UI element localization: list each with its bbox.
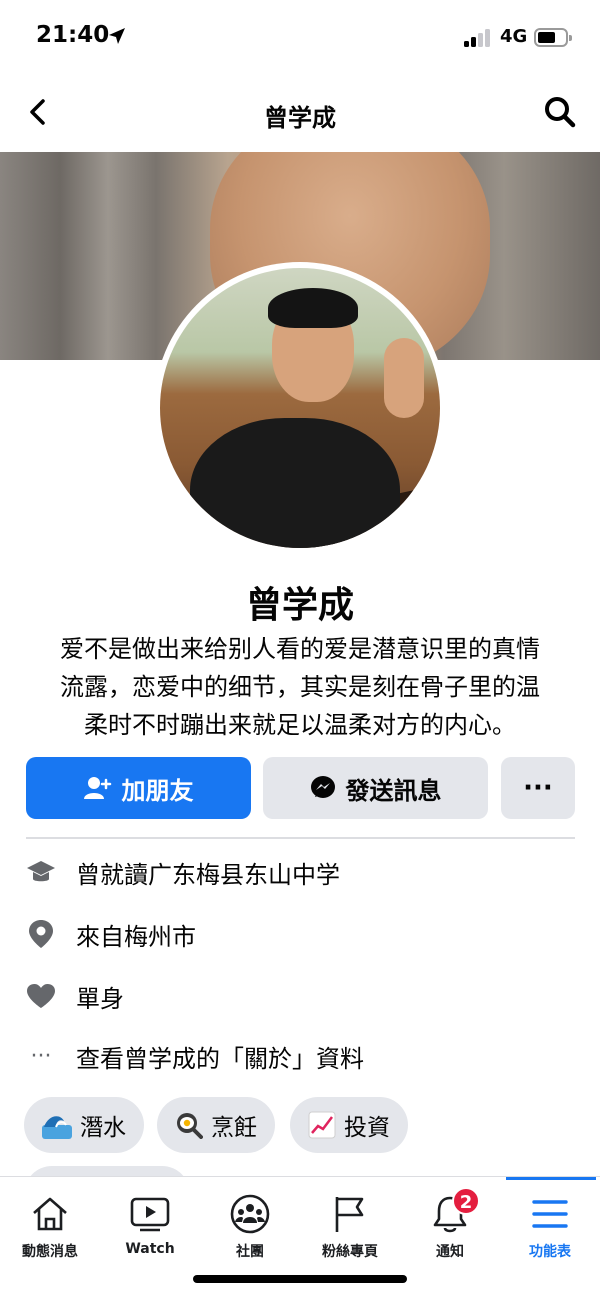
wave-emoji-icon <box>42 1111 72 1139</box>
nav-label: 通知 <box>436 1244 464 1260</box>
add-friend-button[interactable]: 加朋友 <box>26 757 251 819</box>
home-icon <box>0 1189 100 1239</box>
status-time: 21:40 <box>36 22 110 48</box>
profile-name: 曾学成 <box>245 585 354 626</box>
heart-icon <box>26 983 56 1009</box>
nav-item-watch[interactable]: Watch <box>100 1189 200 1269</box>
send-message-label: 發送訊息 <box>345 776 442 805</box>
see-about-link[interactable]: 查看曾学成的「關於」資料 <box>76 1039 364 1074</box>
messenger-icon <box>310 775 336 801</box>
divider <box>26 837 575 839</box>
flag-icon <box>300 1189 400 1239</box>
info-hometown: 來自梅州市 <box>26 914 586 954</box>
hobby-label: 烹飪 <box>211 1115 257 1141</box>
bell-icon <box>400 1189 500 1239</box>
info-relationship: 單身 <box>26 976 586 1016</box>
notification-badge: 2 <box>452 1187 480 1215</box>
avatar-photo <box>160 268 440 548</box>
hobby-chip[interactable]: 烹飪 <box>157 1097 275 1153</box>
hobby-label: 投資 <box>344 1115 390 1141</box>
more-dots-icon: ··· <box>523 773 553 803</box>
status-bar: 21:40 4G <box>0 0 600 76</box>
hobby-label: 潛水 <box>80 1115 126 1141</box>
hobby-chip[interactable]: 潛水 <box>24 1097 144 1153</box>
nav-label: Watch <box>125 1241 175 1257</box>
hometown-text: 來自梅州市 <box>76 922 196 951</box>
nav-label: 動態消息 <box>22 1244 78 1260</box>
nav-item-menu[interactable]: 功能表 <box>500 1189 600 1269</box>
hobby-chip[interactable]: 投資 <box>290 1097 408 1153</box>
nav-item-pages[interactable]: 粉絲專頁 <box>300 1189 400 1269</box>
nav-label: 社團 <box>236 1244 264 1260</box>
nav-item-news-feed[interactable]: 動態消息 <box>0 1189 100 1269</box>
top-header: 曾学成 <box>0 76 600 148</box>
location-arrow-icon <box>109 28 125 44</box>
watch-icon <box>100 1189 200 1239</box>
battery-icon <box>534 28 572 47</box>
nav-item-groups[interactable]: 社團 <box>200 1189 300 1269</box>
info-see-about[interactable]: ··· 查看曾学成的「關於」資料 <box>26 1036 586 1076</box>
more-options-button[interactable]: ··· <box>501 757 575 819</box>
chart-emoji-icon <box>308 1111 336 1139</box>
home-indicator[interactable] <box>193 1275 407 1283</box>
profile-avatar[interactable] <box>154 262 446 554</box>
search-icon[interactable] <box>542 94 578 130</box>
menu-icon <box>500 1189 600 1239</box>
nav-label: 粉絲專頁 <box>322 1244 378 1260</box>
add-friend-icon <box>83 776 112 800</box>
relationship-text: 單身 <box>76 984 124 1013</box>
more-dots-icon: ··· <box>30 1043 52 1069</box>
page-title: 曾学成 <box>264 104 336 132</box>
network-type: 4G <box>500 26 528 47</box>
education-text: 曾就讀广东梅县东山中学 <box>76 860 340 889</box>
send-message-button[interactable]: 發送訊息 <box>263 757 488 819</box>
active-tab-indicator <box>506 1177 596 1180</box>
graduation-cap-icon <box>26 859 56 885</box>
bio-line: 柔时不时蹦出来就足以温柔对方的内心。 <box>84 711 516 739</box>
nav-item-notifications[interactable]: 2 通知 <box>400 1187 500 1269</box>
groups-icon <box>200 1189 300 1239</box>
bio-line: 流露，恋爱中的细节，其实是刻在骨子里的温 <box>60 673 540 701</box>
signal-icon <box>464 29 492 47</box>
nav-label: 功能表 <box>529 1244 571 1260</box>
profile-bio: 爱不是做出来给别人看的爱是潜意识里的真情 流露，恋爱中的细节，其实是刻在骨子里的… <box>40 630 560 744</box>
bio-line: 爱不是做出来给别人看的爱是潜意识里的真情 <box>60 635 540 663</box>
cooking-emoji-icon <box>175 1111 203 1139</box>
info-education: 曾就讀广东梅县东山中学 <box>26 852 586 892</box>
location-pin-icon <box>26 919 56 949</box>
add-friend-label: 加朋友 <box>121 776 194 805</box>
